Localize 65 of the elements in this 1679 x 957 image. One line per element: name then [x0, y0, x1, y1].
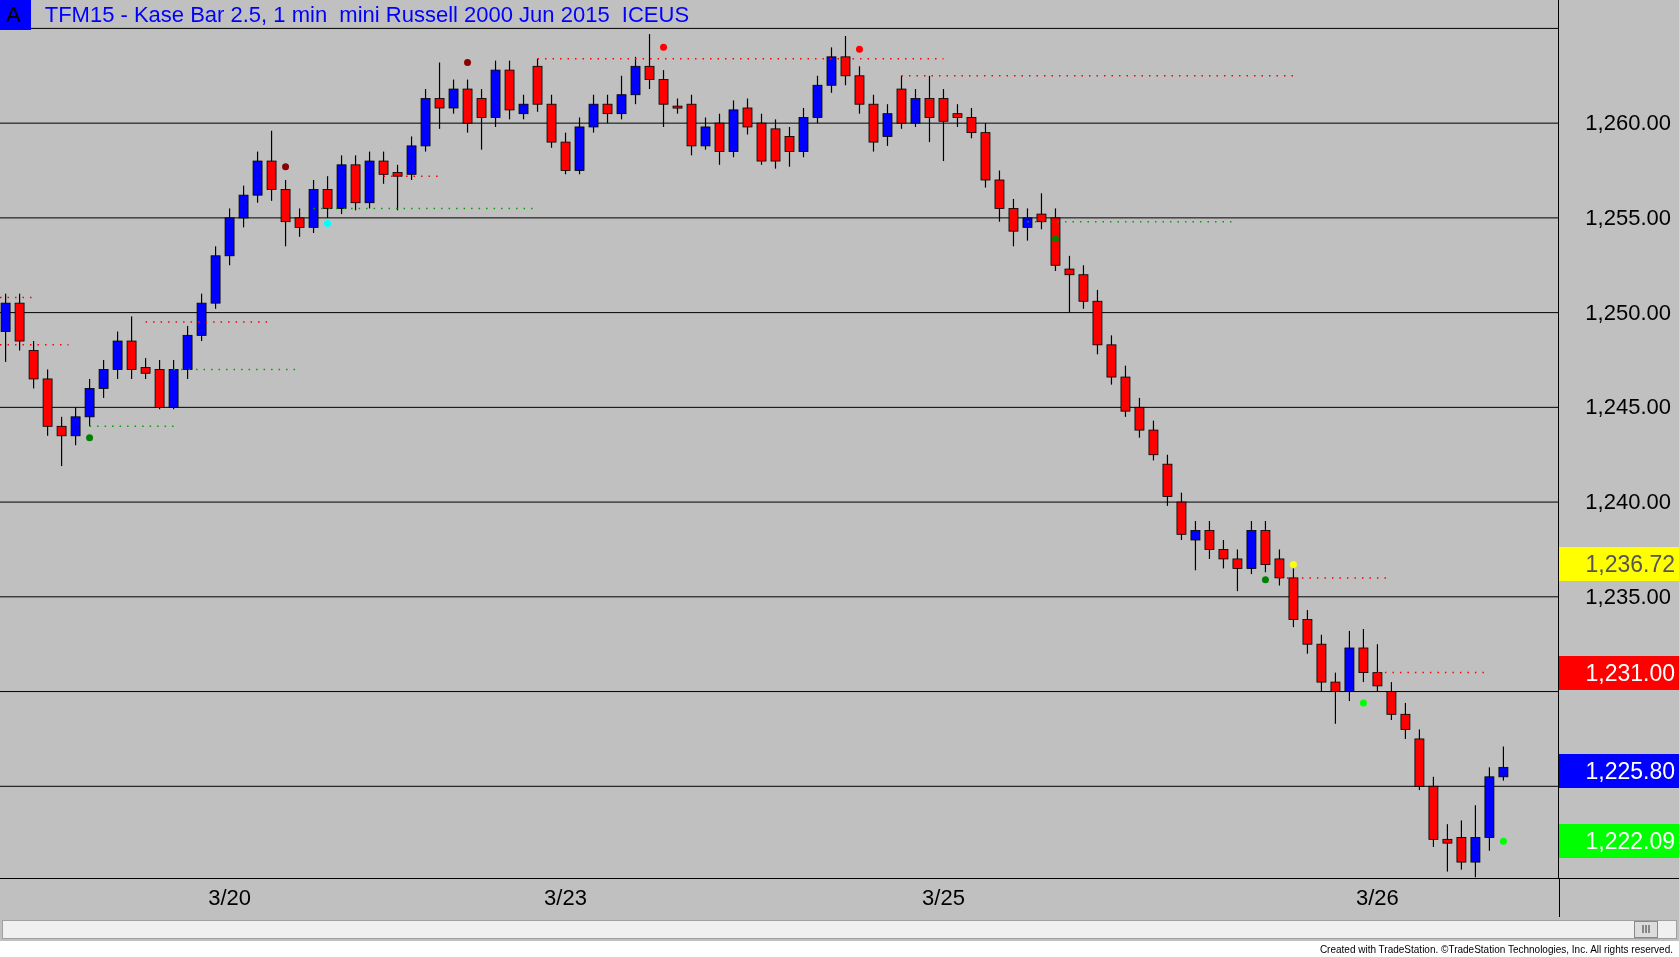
axis-label: 1,240.00: [1585, 489, 1671, 516]
axis-label: 3/25: [921, 885, 966, 911]
candle: [672, 97, 683, 115]
candle: [56, 416, 67, 467]
candle: [210, 245, 221, 310]
footer-text: Created with TradeStation. ©TradeStation Technologies, Inc. All rights reserved.: [1319, 943, 1673, 955]
candle: [1218, 539, 1229, 569]
chart-badge: A: [0, 0, 31, 30]
candle: [1260, 520, 1271, 573]
candle: [1148, 420, 1159, 461]
chart-title: TFM15 - Kase Bar 2.5, 1 min mini Russell 2000 Jun 2015 ICEUS: [44, 2, 690, 28]
candle: [616, 75, 627, 120]
candle: [784, 126, 795, 168]
candle: [1456, 819, 1467, 871]
axis-label: 3/23: [543, 885, 588, 911]
axis-label: 1,245.00: [1585, 394, 1671, 421]
price-marker: 1,225.80: [1559, 754, 1679, 789]
candle: [854, 65, 865, 115]
candle: [1078, 264, 1089, 310]
axis-label: 1,250.00: [1585, 299, 1671, 326]
candle: [1232, 548, 1243, 592]
scrollbar[interactable]: [2, 919, 1677, 939]
scrollbar-thumb[interactable]: [1634, 920, 1658, 938]
candle: [518, 94, 529, 120]
candle: [1302, 609, 1313, 655]
axis-label: 1,255.00: [1585, 204, 1671, 231]
candle: [1246, 520, 1257, 575]
axis-label: 3/26: [1355, 885, 1400, 911]
candle: [378, 151, 389, 185]
candle: [112, 330, 123, 380]
candle: [1204, 520, 1215, 560]
candle: [504, 60, 515, 120]
price-marker: 1,222.09: [1559, 824, 1679, 859]
candle: [182, 325, 193, 380]
axis-label: 1,260.00: [1585, 110, 1671, 137]
candle: [392, 164, 403, 211]
price-marker: 1,231.00: [1559, 655, 1679, 690]
candle: [644, 33, 655, 90]
candle: [364, 151, 375, 209]
candle: [98, 359, 109, 399]
candle: [1106, 334, 1117, 386]
candle: [1358, 628, 1369, 683]
candle: [560, 132, 571, 175]
candle: [1498, 745, 1509, 782]
axis-label: 1,235.00: [1585, 583, 1671, 610]
candle: [448, 79, 459, 115]
candle: [252, 151, 263, 204]
candle: [1442, 823, 1453, 873]
candle: [140, 357, 151, 380]
price-marker: 1,236.72: [1559, 547, 1679, 582]
candle: [1400, 702, 1411, 740]
candle: [350, 154, 361, 211]
candle: [1274, 548, 1285, 587]
grip-icon: [1641, 924, 1651, 934]
candle: [840, 35, 851, 86]
candle: [1190, 520, 1201, 571]
candle: [266, 130, 277, 202]
candle: [406, 135, 417, 181]
candle: [826, 46, 837, 94]
candle: [28, 340, 39, 389]
candle: [336, 154, 347, 215]
candle: [126, 315, 137, 380]
axis-label: 3/20: [207, 885, 252, 911]
candle: [630, 56, 641, 105]
candle: [532, 58, 543, 113]
